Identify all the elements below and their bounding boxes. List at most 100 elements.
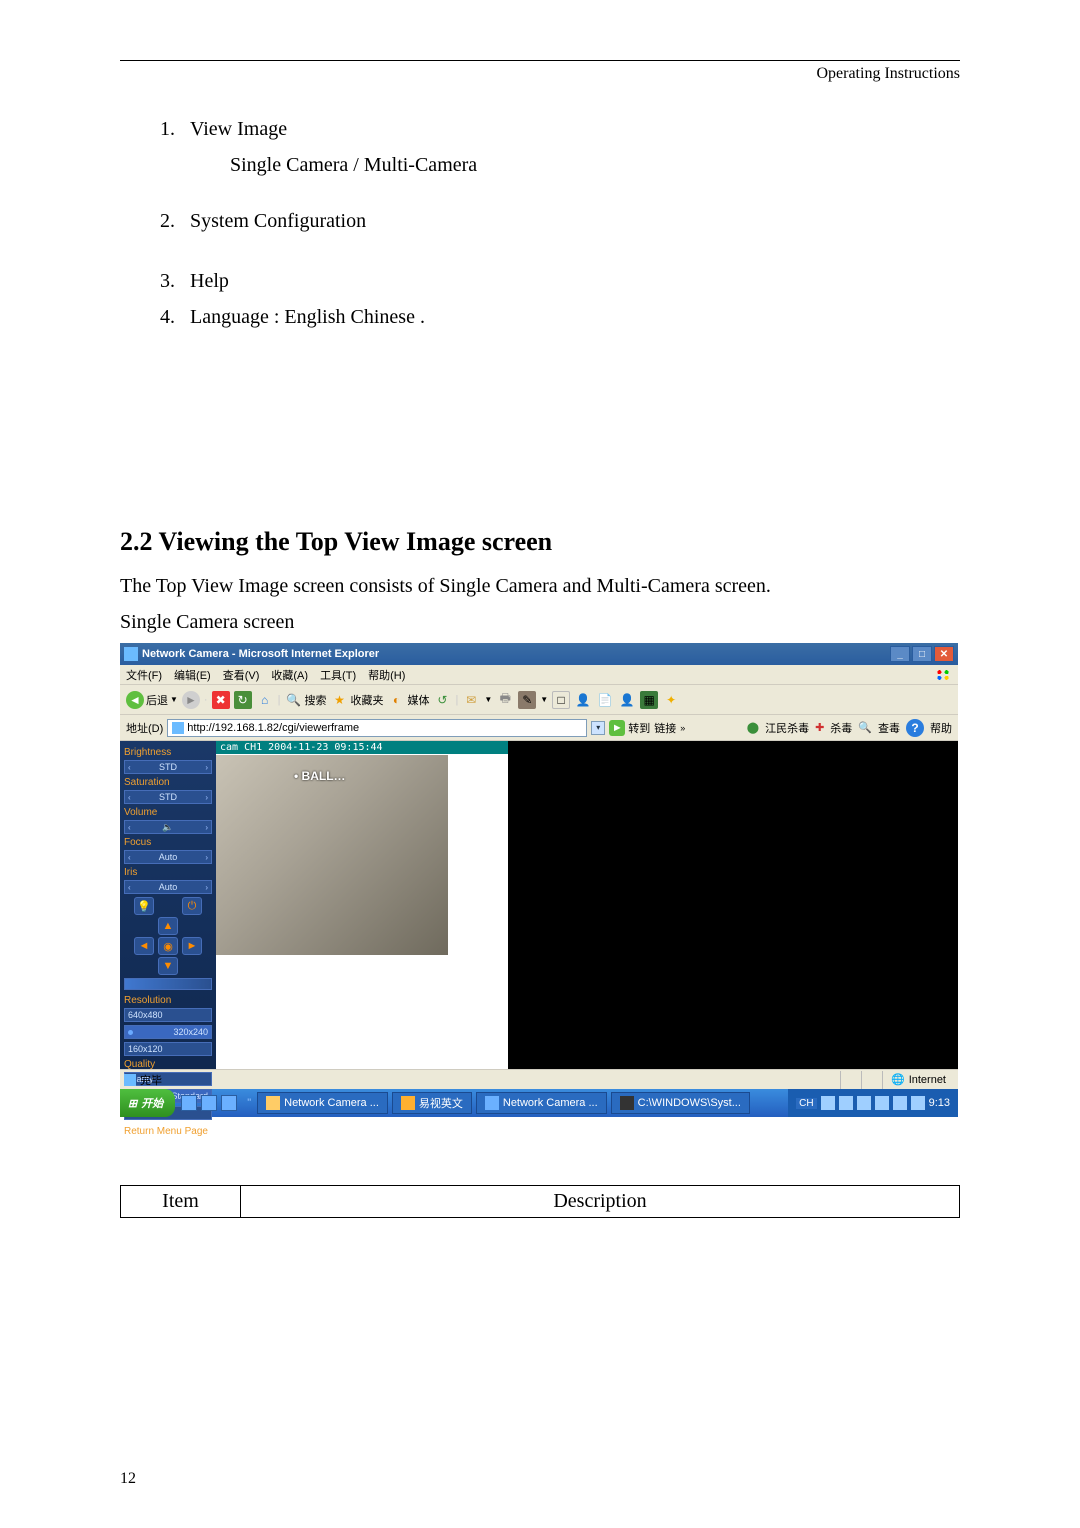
stop-icon[interactable]: ✖ (212, 691, 230, 709)
list-number: 4. (160, 301, 190, 333)
resolution-option[interactable]: 160x120 (124, 1042, 212, 1056)
forward-icon[interactable]: ► (182, 691, 200, 709)
kill-label[interactable]: 杀毒 (830, 720, 852, 736)
menu-view[interactable]: 查看(V) (223, 667, 260, 683)
refresh-icon[interactable]: ↻ (234, 691, 252, 709)
iris-control[interactable]: ‹Auto› (124, 880, 212, 894)
page-number: 12 (120, 1470, 136, 1488)
ptz-up-icon[interactable]: ▲ (158, 917, 178, 935)
quick-launch (175, 1095, 243, 1111)
resolution-option[interactable]: 320x240 (124, 1025, 212, 1039)
zoom-slider[interactable] (124, 978, 212, 990)
app-icon (266, 1096, 280, 1110)
embedded-screenshot: Network Camera - Microsoft Internet Expl… (120, 643, 958, 1109)
address-dropdown[interactable]: ▾ (591, 721, 605, 735)
help-label[interactable]: 帮助 (930, 720, 952, 736)
media-button[interactable]: ◐媒体 (387, 691, 429, 709)
saturation-control[interactable]: ‹STD› (124, 790, 212, 804)
volume-label: Volume (124, 807, 212, 818)
ptz-center-icon[interactable]: ◉ (158, 937, 178, 955)
extra-icon[interactable]: ✦ (662, 691, 680, 709)
antivirus-label[interactable]: 江民杀毒 (765, 720, 809, 736)
quicklaunch-icon[interactable] (201, 1095, 217, 1111)
edit-icon[interactable]: ✎ (518, 691, 536, 709)
quality-option[interactable]: Clarity (124, 1072, 212, 1086)
search-button[interactable]: 🔍搜索 (284, 691, 326, 709)
resolution-label: Resolution (124, 995, 212, 1006)
taskbar-app[interactable]: Network Camera ... (257, 1092, 388, 1114)
list-subtext: Single Camera / Multi-Camera (230, 149, 960, 181)
brightness-control[interactable]: ‹STD› (124, 760, 212, 774)
tray-icon[interactable] (857, 1096, 871, 1110)
menu-tools[interactable]: 工具(T) (320, 667, 356, 683)
tray-icon[interactable] (893, 1096, 907, 1110)
list-item: 4. Language : English Chinese . (160, 301, 960, 333)
task-label: C:\WINDOWS\Syst... (638, 1097, 741, 1109)
language-indicator[interactable]: CH (796, 1098, 816, 1109)
messenger-icon[interactable]: 👤 (574, 691, 592, 709)
res-value: 640x480 (128, 1010, 163, 1020)
ptz-down-icon[interactable]: ▼ (158, 957, 178, 975)
cmd-icon (620, 1096, 634, 1110)
resolution-option[interactable]: 640x480 (124, 1008, 212, 1022)
quicklaunch-icon[interactable] (221, 1095, 237, 1111)
list-item: 1. View Image (160, 113, 960, 145)
address-bar: 地址(D) http://192.168.1.82/cgi/viewerfram… (120, 715, 958, 741)
tray-icon[interactable] (911, 1096, 925, 1110)
mail-icon[interactable]: ✉ (462, 691, 480, 709)
tray-icon[interactable] (875, 1096, 889, 1110)
discuss-icon[interactable]: □ (552, 691, 570, 709)
history-icon[interactable]: ↺ (433, 691, 451, 709)
help-icon[interactable]: ? (906, 719, 924, 737)
taskbar-app[interactable]: C:\WINDOWS\Syst... (611, 1092, 750, 1114)
print-icon[interactable]: 🖶 (496, 691, 514, 709)
minimize-icon[interactable]: _ (890, 646, 910, 662)
maximize-icon[interactable]: □ (912, 646, 932, 662)
tray-icon[interactable] (821, 1096, 835, 1110)
quicklaunch-icon[interactable] (181, 1095, 197, 1111)
taskbar-app[interactable]: Network Camera ... (476, 1092, 607, 1114)
focus-control[interactable]: ‹Auto› (124, 850, 212, 864)
menu-favorites[interactable]: 收藏(A) (271, 667, 308, 683)
ptz-power-icon[interactable]: ⏻ (182, 897, 202, 915)
ptz-right-icon[interactable]: ► (182, 937, 202, 955)
list-text: View Image (190, 113, 960, 145)
window-titlebar[interactable]: Network Camera - Microsoft Internet Expl… (120, 643, 958, 665)
res-value: 320x240 (173, 1027, 208, 1037)
return-menu-link[interactable]: Return Menu Page (124, 1126, 212, 1138)
ptz-left-icon[interactable]: ◄ (134, 937, 154, 955)
extra-icon[interactable]: ▦ (640, 691, 658, 709)
task-label: 易视英文 (419, 1095, 463, 1111)
video-image (216, 755, 448, 955)
start-button[interactable]: ⊞ 开始 (120, 1089, 175, 1117)
menu-edit[interactable]: 编辑(E) (174, 667, 211, 683)
address-input[interactable]: http://192.168.1.82/cgi/viewerframe (167, 719, 587, 737)
search-label: 搜索 (304, 692, 326, 708)
empty-area (508, 741, 958, 1069)
std-value: STD (159, 762, 177, 772)
close-icon[interactable]: ✕ (934, 646, 954, 662)
page-icon (124, 1074, 136, 1086)
res-value: 160x120 (128, 1044, 163, 1054)
go-button[interactable]: ►转到 (609, 720, 650, 736)
back-button[interactable]: ◄后退▼ (126, 691, 178, 709)
home-icon[interactable]: ⌂ (256, 691, 274, 709)
kill-icon: ✚ (815, 721, 824, 734)
menu-help[interactable]: 帮助(H) (368, 667, 405, 683)
scan-label[interactable]: 查毒 (878, 720, 900, 736)
menu-file[interactable]: 文件(F) (126, 667, 162, 683)
page-header: Operating Instructions (120, 65, 960, 83)
taskbar-app[interactable]: 易视英文 (392, 1092, 472, 1114)
media-label: 媒体 (407, 692, 429, 708)
camera-sidebar: Brightness ‹STD› Saturation ‹STD› Volume… (120, 741, 216, 1069)
extra-icon[interactable]: 📄 (596, 691, 614, 709)
windows-flag-icon (934, 668, 952, 682)
extra-icon[interactable]: 👤 (618, 691, 636, 709)
links-label[interactable]: 链接 (654, 720, 676, 736)
favorites-button[interactable]: ★收藏夹 (330, 691, 383, 709)
tray-icon[interactable] (839, 1096, 853, 1110)
numbered-list: 1. View Image Single Camera / Multi-Came… (160, 113, 960, 333)
video-osd: cam CH1 2004-11-23 09:15:44 (216, 741, 508, 754)
volume-control[interactable]: ‹🔈› (124, 820, 212, 834)
ptz-light-icon[interactable]: 💡 (134, 897, 154, 915)
